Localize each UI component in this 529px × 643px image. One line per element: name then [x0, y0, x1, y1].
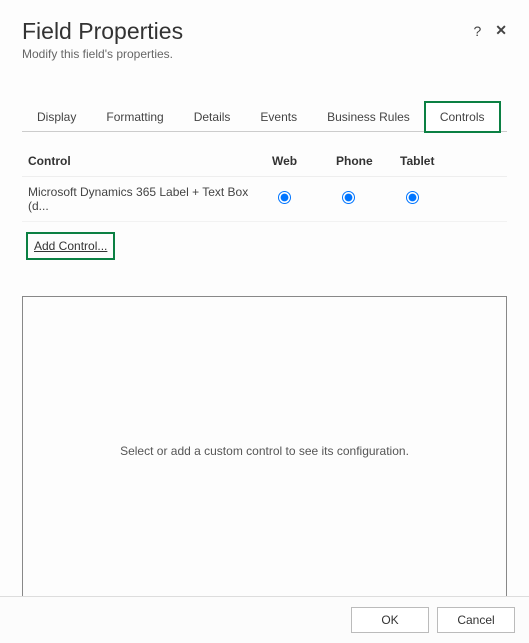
config-placeholder: Select or add a custom control to see it… — [120, 444, 409, 458]
dialog-subtitle: Modify this field's properties. — [22, 47, 507, 61]
radio-web[interactable] — [278, 191, 291, 204]
control-name: Microsoft Dynamics 365 Label + Text Box … — [28, 185, 272, 213]
tab-business-rules[interactable]: Business Rules — [312, 102, 425, 132]
col-header-phone: Phone — [336, 154, 400, 168]
close-icon[interactable]: ✕ — [495, 22, 507, 39]
radio-phone[interactable] — [342, 191, 355, 204]
tab-content-controls: Control Web Phone Tablet Microsoft Dynam… — [0, 132, 529, 270]
tab-controls[interactable]: Controls — [425, 102, 500, 132]
dialog-footer: OK Cancel — [0, 596, 529, 643]
add-control-link[interactable]: Add Control... — [34, 239, 107, 253]
radio-tablet[interactable] — [406, 191, 419, 204]
tab-details[interactable]: Details — [179, 102, 246, 132]
col-header-tablet: Tablet — [400, 154, 464, 168]
add-control-highlight: Add Control... — [26, 232, 115, 260]
tab-display[interactable]: Display — [22, 102, 91, 132]
config-panel: Select or add a custom control to see it… — [22, 296, 507, 606]
dialog-title: Field Properties — [22, 18, 183, 45]
col-header-web: Web — [272, 154, 336, 168]
tab-events[interactable]: Events — [245, 102, 312, 132]
cancel-button[interactable]: Cancel — [437, 607, 515, 633]
tab-strip: Display Formatting Details Events Busine… — [22, 101, 507, 132]
tab-formatting[interactable]: Formatting — [91, 102, 178, 132]
col-header-control: Control — [28, 154, 272, 168]
help-icon[interactable]: ? — [473, 23, 481, 39]
table-row[interactable]: Microsoft Dynamics 365 Label + Text Box … — [22, 177, 507, 222]
ok-button[interactable]: OK — [351, 607, 429, 633]
controls-table-header: Control Web Phone Tablet — [22, 150, 507, 177]
